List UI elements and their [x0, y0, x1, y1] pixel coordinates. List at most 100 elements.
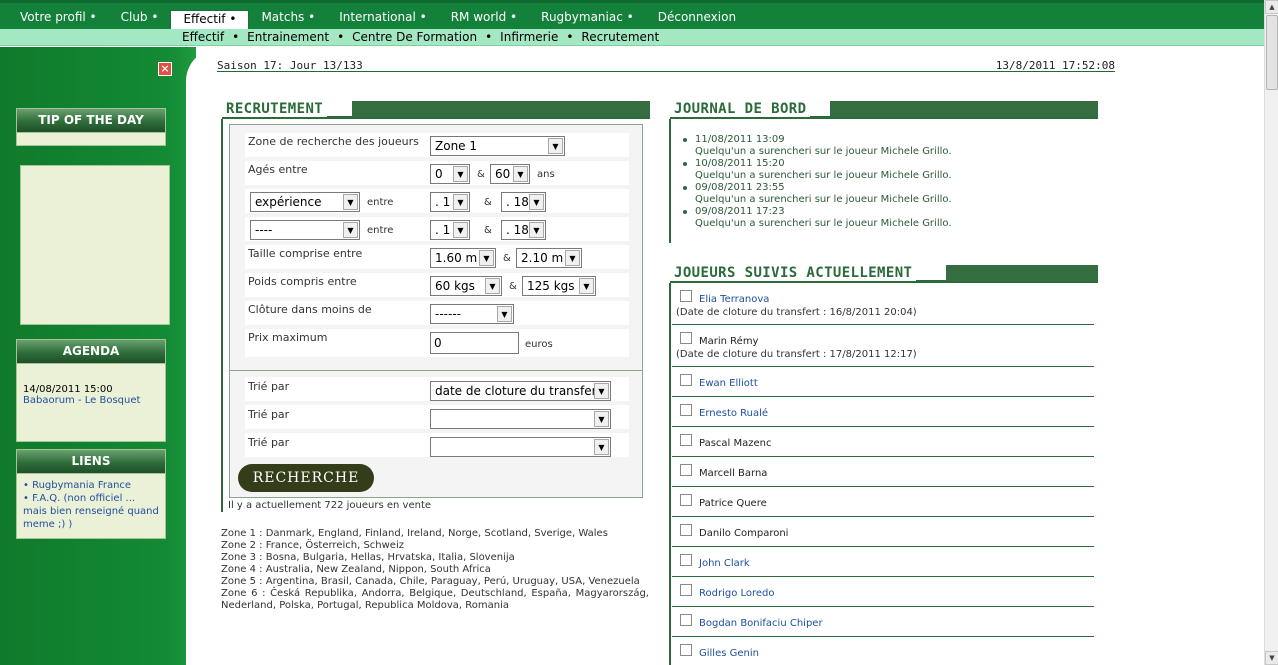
price-unit: euros — [525, 339, 553, 350]
chevron-down-icon: ▼ — [513, 166, 528, 182]
journal-entry-text: Quelqu'un a surencheri sur le joueur Mic… — [695, 218, 952, 229]
menu-item-effectif[interactable]: Effectif • — [170, 10, 250, 30]
followed-player-row: Danilo Comparoni — [672, 520, 1094, 547]
player-closing-date: (Date de cloture du transfert : 17/8/201… — [676, 349, 917, 360]
link-rugbymania-france[interactable]: • Rugbymania France — [23, 479, 159, 492]
menu-item-matchs[interactable]: Matchs • — [249, 9, 327, 29]
criterion1-max-select[interactable]: . 18 ▼ — [501, 192, 546, 212]
sort1-select[interactable]: date de cloture du transfert ▼ — [430, 381, 611, 401]
player-checkbox[interactable] — [680, 554, 692, 566]
chevron-down-icon: ▼ — [548, 138, 563, 154]
criterion1-max-value: . 18 — [506, 195, 529, 209]
submenu-item-entrainement[interactable]: Entrainement — [247, 30, 329, 44]
player-name-link[interactable]: Rodrigo Loredo — [699, 588, 775, 599]
between-label: entre — [367, 225, 394, 236]
scroll-thumb[interactable] — [1266, 15, 1278, 90]
recrutement-section-title: RECRUTEMENT — [222, 101, 650, 119]
player-checkbox[interactable] — [680, 434, 692, 446]
height-label: Taille comprise entre — [248, 247, 363, 260]
player-name-link[interactable]: Ewan Elliott — [699, 378, 758, 389]
tip-image-placeholder — [20, 165, 170, 325]
agenda-title: AGENDA — [17, 340, 165, 364]
player-checkbox[interactable] — [680, 494, 692, 506]
chevron-down-icon: ▼ — [529, 194, 544, 210]
player-checkbox[interactable] — [680, 524, 692, 536]
menu-item-club[interactable]: Club • — [109, 9, 171, 29]
player-checkbox[interactable] — [680, 374, 692, 386]
scroll-up-arrow-icon[interactable]: ▲ — [1265, 0, 1278, 14]
main-menu: Votre profil • Club • Effectif • Matchs … — [0, 0, 1264, 30]
player-name-link[interactable]: Elia Terranova — [699, 294, 769, 305]
sort2-select[interactable]: ▼ — [430, 409, 611, 429]
age-max-select[interactable]: 60 ▼ — [490, 164, 530, 184]
chevron-down-icon: ▼ — [497, 306, 512, 322]
player-checkbox[interactable] — [680, 614, 692, 626]
player-checkbox[interactable] — [680, 464, 692, 476]
submenu-separator: • — [232, 30, 240, 44]
recrutement-title-text: RECRUTEMENT — [222, 101, 328, 117]
zone-description: Zone 4 : Australia, New Zealand, Nippon,… — [221, 564, 491, 575]
weight-min-select[interactable]: 60 kgs ▼ — [430, 276, 502, 296]
age-min-value: 0 — [435, 167, 443, 181]
journal-entry: 09/08/2011 17:23 Quelqu'un a surencheri … — [681, 206, 1101, 230]
vertical-scrollbar[interactable]: ▲ ▼ — [1264, 0, 1278, 665]
player-name: Marcell Barna — [699, 468, 768, 479]
search-button[interactable]: RECHERCHE — [238, 464, 374, 492]
chevron-down-icon: ▼ — [343, 194, 358, 210]
player-name-link[interactable]: Ernesto Rualé — [699, 408, 768, 419]
chevron-down-icon: ▼ — [453, 166, 468, 182]
journal-section-title: JOURNAL DE BORD — [670, 101, 1098, 119]
criterion2-min-select[interactable]: . 1 ▼ — [430, 220, 470, 240]
player-name-link[interactable]: John Clark — [699, 558, 750, 569]
submenu-item-recrutement[interactable]: Recrutement — [581, 30, 659, 44]
submenu-item-centre-de-formation[interactable]: Centre De Formation — [352, 30, 477, 44]
menu-item-international[interactable]: International • — [327, 9, 438, 29]
zone-label: Zone de recherche des joueurs — [248, 135, 419, 148]
agenda-event-link[interactable]: Babaorum - Le Bosquet — [23, 395, 159, 406]
criterion1-min-select[interactable]: . 1 ▼ — [430, 192, 470, 212]
followed-player-row: Ewan Elliott — [672, 370, 1094, 397]
player-checkbox[interactable] — [680, 584, 692, 596]
menu-item-votre-profil[interactable]: Votre profil • — [8, 9, 109, 29]
journal-entry-date: 09/08/2011 23:55 — [695, 182, 785, 193]
criterion1-min-value: . 1 — [435, 195, 451, 209]
followed-player-row: Ernesto Rualé — [672, 400, 1094, 427]
closing-select[interactable]: ------ ▼ — [430, 304, 514, 324]
agenda-date: 14/08/2011 15:00 — [23, 384, 113, 395]
journal-list: 11/08/2011 13:09 Quelqu'un a surencheri … — [681, 134, 1101, 230]
player-name-link[interactable]: Gilles Genin — [699, 648, 759, 659]
menu-item-rugbymaniac[interactable]: Rugbymaniac • — [529, 9, 646, 29]
criterion2-max-select[interactable]: . 18 ▼ — [501, 220, 546, 240]
criterion1-select[interactable]: expérience ▼ — [250, 192, 360, 212]
height-min-select[interactable]: 1.60 m ▼ — [430, 248, 496, 268]
player-name-link[interactable]: Bogdan Bonifaciu Chiper — [699, 618, 823, 629]
scroll-down-arrow-icon[interactable]: ▼ — [1265, 651, 1278, 665]
zones-legend: Zone 1 : Danmark, England, Finland, Irel… — [221, 528, 649, 612]
close-icon[interactable]: × — [158, 62, 172, 76]
chevron-down-icon: ▼ — [579, 278, 594, 294]
journal-entry-text: Quelqu'un a surencheri sur le joueur Mic… — [695, 194, 952, 205]
journal-title-text: JOURNAL DE BORD — [670, 101, 811, 117]
weight-max-select[interactable]: 125 kgs ▼ — [522, 276, 596, 296]
price-input[interactable]: 0 — [430, 332, 519, 354]
criterion2-select[interactable]: ---- ▼ — [250, 220, 360, 240]
sort2-label: Trié par — [248, 408, 290, 421]
submenu-separator: • — [485, 30, 493, 44]
player-checkbox[interactable] — [680, 644, 692, 656]
player-checkbox[interactable] — [680, 290, 692, 302]
player-checkbox[interactable] — [680, 404, 692, 416]
sort1-value: date de cloture du transfert — [435, 384, 602, 398]
journal-entry-date: 09/08/2011 17:23 — [695, 206, 785, 217]
menu-item-deconnexion[interactable]: Déconnexion — [646, 9, 748, 29]
title-bar — [946, 265, 1098, 281]
height-max-select[interactable]: 2.10 m ▼ — [516, 248, 582, 268]
sort3-select[interactable]: ▼ — [430, 437, 611, 457]
submenu-item-effectif[interactable]: Effectif — [182, 30, 224, 44]
link-faq[interactable]: • F.A.Q. (non officiel ... mais bien ren… — [23, 492, 159, 531]
zone-select-value: Zone 1 — [435, 139, 477, 153]
player-checkbox[interactable] — [680, 332, 692, 344]
menu-item-rm-world[interactable]: RM world • — [439, 9, 529, 29]
submenu-item-infirmerie[interactable]: Infirmerie — [500, 30, 558, 44]
zone-select[interactable]: Zone 1 ▼ — [430, 136, 565, 156]
age-min-select[interactable]: 0 ▼ — [430, 164, 470, 184]
